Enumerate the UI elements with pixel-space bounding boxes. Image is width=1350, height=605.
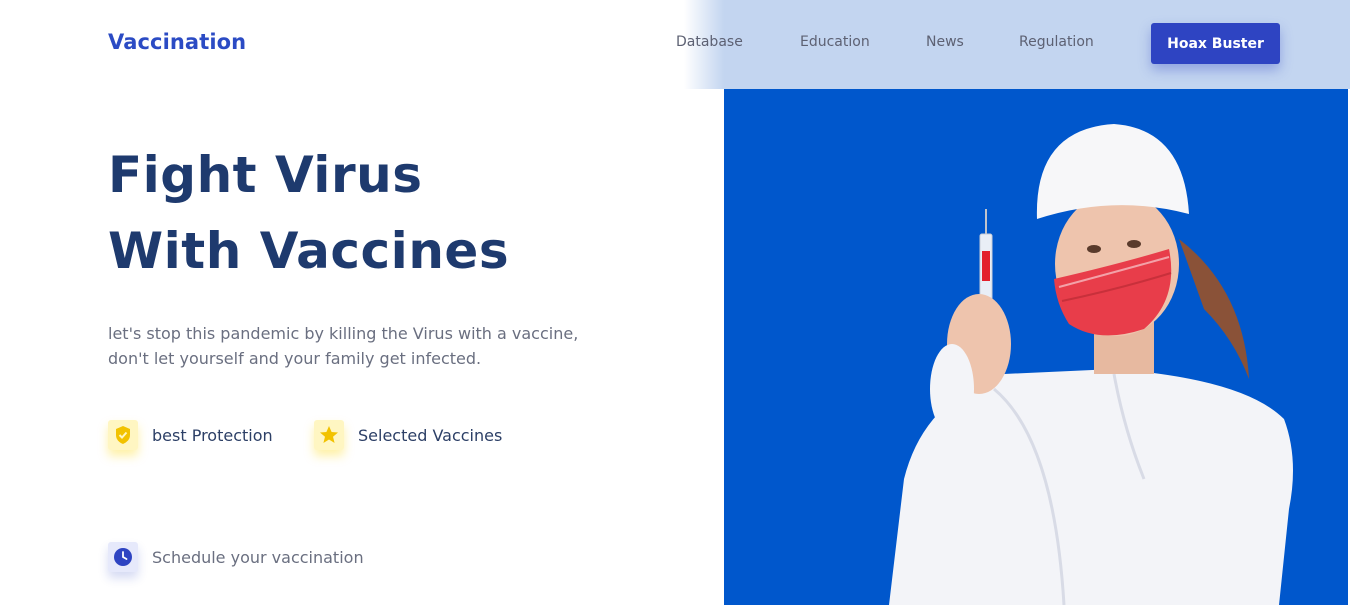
shield-icon <box>108 420 138 450</box>
hero-description-line-2: don't let yourself and your family get i… <box>108 349 482 368</box>
clock-icon <box>108 542 138 572</box>
feature-best-protection: best Protection <box>108 420 273 450</box>
feature-selected-vaccines: Selected Vaccines <box>314 420 502 450</box>
hero-description-line-1: let's stop this pandemic by killing the … <box>108 324 579 343</box>
nav-link-education[interactable]: Education <box>800 34 870 50</box>
schedule-label[interactable]: Schedule your vaccination <box>152 548 364 567</box>
nav-link-regulation[interactable]: Regulation <box>1019 34 1094 50</box>
brand-logo[interactable]: Vaccination <box>108 30 246 54</box>
hero-headline-line-2: With Vaccines <box>108 222 510 280</box>
nurse-illustration <box>724 89 1348 605</box>
schedule-vaccination-link[interactable]: Schedule your vaccination <box>108 542 364 572</box>
nav-link-database[interactable]: Database <box>676 34 743 50</box>
feature-label: Selected Vaccines <box>358 425 503 445</box>
hoax-buster-button[interactable]: Hoax Buster <box>1151 23 1280 64</box>
star-icon <box>314 420 344 450</box>
hero-description: let's stop this pandemic by killing the … <box>108 321 628 371</box>
feature-label: best Protection <box>152 425 273 445</box>
hero-headline-line-1: Fight Virus <box>108 146 423 204</box>
nav-link-news[interactable]: News <box>926 34 964 50</box>
hero-image-nurse-with-syringe <box>724 89 1348 605</box>
